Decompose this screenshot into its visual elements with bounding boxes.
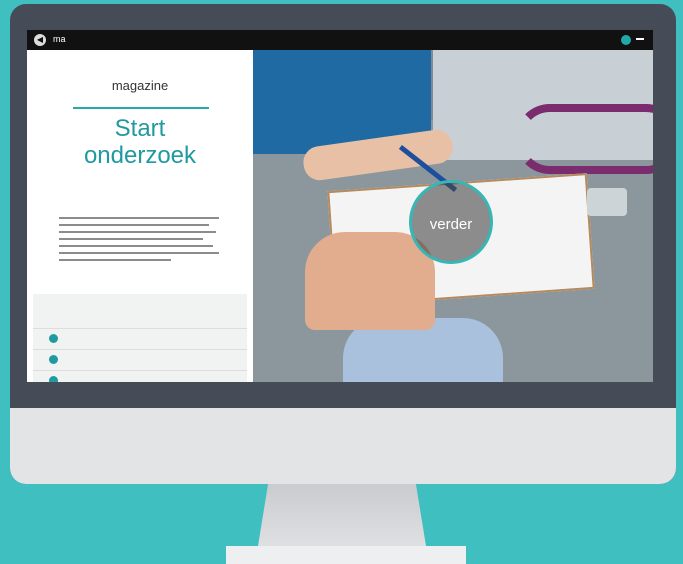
monitor-base xyxy=(226,546,466,564)
magazine-kicker: magazine xyxy=(111,78,169,93)
bullet-icon xyxy=(49,376,58,382)
monitor-stand xyxy=(258,484,426,546)
status-dot-icon[interactable] xyxy=(621,35,631,45)
stethoscope-icon xyxy=(515,104,653,174)
page-title-line-1: Start xyxy=(114,115,166,142)
intro-text xyxy=(59,217,219,266)
back-icon[interactable]: ◀ xyxy=(34,34,46,46)
magazine-panel: magazine Start onderzoek xyxy=(27,50,253,382)
list-item[interactable] xyxy=(33,328,247,349)
continue-button[interactable]: verder xyxy=(409,180,493,264)
hero-photo: verder xyxy=(253,50,653,382)
bullet-icon xyxy=(49,355,58,364)
list-item[interactable] xyxy=(33,370,247,382)
app-screen: ◀ ma magazine Start onderzoek verder xyxy=(27,30,653,382)
top-bar-title: ma xyxy=(53,34,66,44)
photo-patient-hands xyxy=(305,232,435,330)
list-item[interactable] xyxy=(33,349,247,370)
top-bar: ◀ ma xyxy=(27,30,653,50)
contents-list xyxy=(33,294,247,382)
photo-clipboard-clip xyxy=(587,188,627,216)
page-title-line-2: onderzoek xyxy=(83,142,197,169)
page-title: Start onderzoek xyxy=(27,115,253,169)
bullet-icon xyxy=(49,334,58,343)
menu-icon[interactable] xyxy=(636,38,644,40)
title-divider xyxy=(73,107,209,109)
monitor-chin xyxy=(10,408,676,484)
